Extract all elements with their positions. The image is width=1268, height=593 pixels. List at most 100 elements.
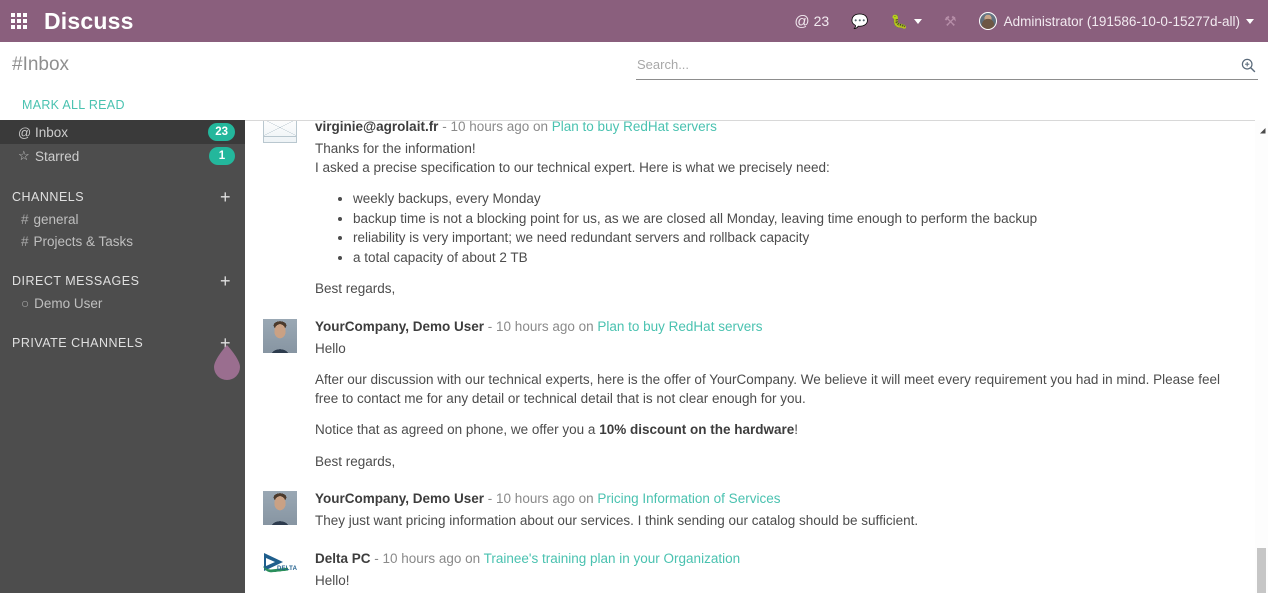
- notice-suffix: !: [794, 422, 799, 437]
- message-header: YourCompany, Demo User - 10 hours ago on…: [315, 317, 1224, 336]
- section-title: PRIVATE CHANNELS: [12, 336, 144, 350]
- at-icon: @: [18, 124, 32, 140]
- list-item: backup time is not a blocking point for …: [353, 210, 1224, 229]
- message-line: Hello!: [315, 572, 350, 588]
- scroll-thumb[interactable]: [1257, 548, 1266, 593]
- message-timestamp: - 10 hours ago on: [484, 318, 598, 334]
- message-author: YourCompany, Demo User: [315, 491, 485, 506]
- message-timestamp: - 10 hours ago on: [484, 491, 598, 506]
- tools-button[interactable]: ⚒: [933, 0, 968, 42]
- search-bar: [636, 52, 1258, 80]
- messages-button[interactable]: 💬: [840, 0, 879, 42]
- add-channel-button[interactable]: +: [220, 187, 231, 207]
- message-author: YourCompany, Demo User: [315, 318, 485, 334]
- status-circle-icon: ○: [21, 295, 30, 311]
- grid-apps-icon: [11, 13, 27, 29]
- thread-scrollbar[interactable]: [1255, 120, 1268, 593]
- starred-badge: 1: [209, 147, 235, 165]
- chevron-down-icon: [1246, 18, 1254, 24]
- sidebar-item-label: general: [33, 211, 79, 227]
- inbox-badge: 23: [208, 123, 235, 141]
- section-title: DIRECT MESSAGES: [12, 274, 140, 288]
- message-avatar: DELTA: [262, 551, 303, 585]
- message-author: virginie@agrolait.fr: [315, 120, 439, 134]
- message-record-link[interactable]: Trainee's training plan in your Organiza…: [484, 551, 740, 566]
- sidebar: @ Inbox 23 ☆ Starred 1 CHANNELS + # gene…: [0, 120, 245, 593]
- list-item: reliability is very important; we need r…: [353, 229, 1224, 248]
- wrench-screwdriver-icon: ⚒: [944, 13, 957, 29]
- sidebar-item-starred[interactable]: ☆ Starred 1: [0, 144, 245, 168]
- sidebar-item-label: Starred: [35, 148, 80, 164]
- user-photo-avatar: [263, 491, 297, 525]
- sidebar-item-general[interactable]: # general: [0, 208, 245, 230]
- section-header-private-channels: PRIVATE CHANNELS +: [0, 332, 245, 354]
- message-intro: I asked a precise specification to our t…: [315, 159, 830, 175]
- sidebar-item-projects-tasks[interactable]: # Projects & Tasks: [0, 230, 245, 252]
- message-item[interactable]: DELTA Delta PC - 10 hours ago on Trainee…: [245, 541, 1248, 593]
- list-item: a total capacity of about 2 TB: [353, 249, 1224, 268]
- hash-icon: #: [21, 211, 29, 227]
- message-avatar: [263, 318, 303, 353]
- delta-pc-logo: DELTA: [262, 551, 299, 577]
- avatar: [978, 12, 997, 30]
- scroll-up-arrow-icon[interactable]: [1256, 123, 1267, 134]
- message-item[interactable]: YourCompany, Demo User - 10 hours ago on…: [245, 481, 1248, 541]
- sidebar-item-label: Inbox: [35, 124, 69, 140]
- mentions-count: 23: [813, 13, 830, 29]
- sidebar-item-label: Demo User: [34, 295, 103, 311]
- notice-prefix: Notice that as agreed on phone, we offer…: [315, 422, 600, 437]
- sidebar-item-inbox[interactable]: @ Inbox 23: [0, 120, 245, 144]
- message-body: Thanks for the information! I asked a pr…: [315, 140, 1224, 299]
- user-photo-avatar: [263, 318, 297, 353]
- add-direct-message-button[interactable]: +: [220, 271, 231, 291]
- sidebar-item-label: Projects & Tasks: [33, 233, 134, 249]
- mentions-button[interactable]: @ 23: [783, 0, 840, 42]
- message-body: They just want pricing information about…: [315, 512, 1224, 531]
- message-body: Hello! I am Leland Martinez, from the De…: [315, 572, 1224, 593]
- message-header: virginie@agrolait.fr - 10 hours ago on P…: [315, 120, 1224, 136]
- app-title: Discuss: [44, 8, 134, 34]
- list-item: weekly backups, every Monday: [353, 190, 1224, 209]
- debug-menu-button[interactable]: 🐛: [880, 0, 933, 42]
- message-avatar: [263, 491, 303, 525]
- navbar-right-group: @ 23 💬 🐛 ⚒ Administrator (191586-10-0-15…: [783, 0, 1268, 42]
- section-header-direct-messages: DIRECT MESSAGES +: [0, 270, 245, 292]
- search-icon[interactable]: [1238, 56, 1258, 76]
- message-timestamp: - 10 hours ago on: [438, 120, 552, 134]
- message-item[interactable]: virginie@agrolait.fr - 10 hours ago on P…: [245, 120, 1248, 309]
- section-header-channels: CHANNELS +: [0, 186, 245, 208]
- top-navbar: Discuss @ 23 💬 🐛 ⚒ Administrator (191586…: [0, 0, 1268, 42]
- message-closing: Best regards,: [315, 453, 396, 469]
- message-paragraph: They just want pricing information about…: [315, 513, 919, 528]
- add-private-channel-button[interactable]: +: [220, 333, 231, 353]
- breadcrumb: #Inbox: [12, 54, 70, 75]
- message-bullet-list: weekly backups, every Monday backup time…: [315, 190, 1224, 267]
- message-header: YourCompany, Demo User - 10 hours ago on…: [315, 489, 1224, 508]
- mark-all-read-button[interactable]: MARK ALL READ: [22, 98, 125, 112]
- envelope-icon: [263, 121, 297, 143]
- message-item[interactable]: YourCompany, Demo User - 10 hours ago on…: [245, 309, 1248, 482]
- message-record-link[interactable]: Plan to buy RedHat servers: [552, 121, 717, 134]
- chevron-down-icon: [914, 18, 923, 24]
- message-timestamp: - 10 hours ago on: [370, 550, 484, 566]
- message-greeting: Thanks for the information!: [315, 141, 476, 156]
- at-icon: @: [794, 12, 810, 30]
- user-name-label: Administrator (191586-10-0-15277d-all): [1003, 13, 1240, 29]
- speech-bubble-icon: 💬: [851, 13, 869, 29]
- message-record-link[interactable]: Pricing Information of Services: [597, 491, 780, 506]
- message-avatar: [263, 121, 303, 153]
- control-panel: #Inbox MARK ALL READ: [0, 42, 1268, 120]
- message-record-link[interactable]: Plan to buy RedHat servers: [597, 319, 762, 334]
- message-author: Delta PC: [315, 550, 371, 566]
- bug-icon: 🐛: [890, 13, 909, 29]
- message-body: Hello After our discussion with our tech…: [315, 340, 1224, 472]
- message-paragraph: After our discussion with our technical …: [315, 372, 1220, 406]
- apps-menu-button[interactable]: [0, 0, 38, 42]
- notice-bold: 10% discount on the hardware: [599, 422, 795, 437]
- message-header: Delta PC - 10 hours ago on Trainee's tra…: [315, 549, 1224, 568]
- message-thread: virginie@agrolait.fr - 10 hours ago on P…: [245, 120, 1268, 593]
- search-input[interactable]: [636, 57, 1238, 74]
- message-greeting: Hello: [315, 340, 346, 356]
- user-menu-button[interactable]: Administrator (191586-10-0-15277d-all): [968, 0, 1258, 42]
- sidebar-item-demo-user[interactable]: ○ Demo User: [0, 292, 245, 314]
